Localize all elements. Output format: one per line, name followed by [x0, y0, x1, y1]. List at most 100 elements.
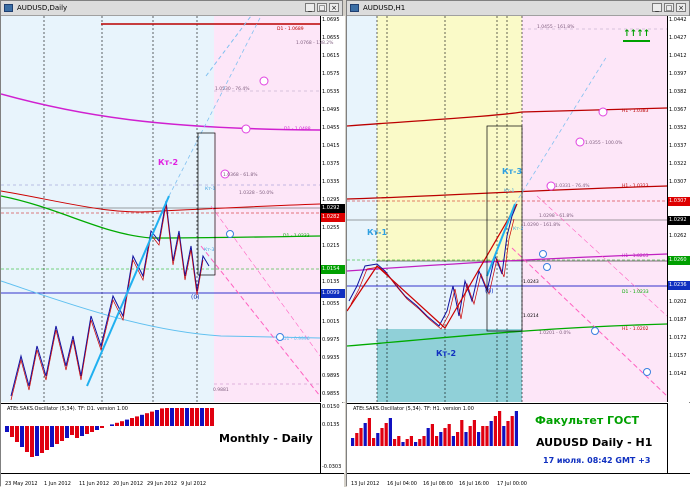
time-label: 16 Jul 08:00	[423, 481, 453, 487]
oscillator-bar	[190, 408, 194, 426]
minimize-button[interactable]: _	[305, 3, 315, 12]
price-label: 1.0375	[321, 160, 345, 169]
maximize-button[interactable]: □	[317, 3, 327, 12]
oscillator-bar	[498, 411, 502, 446]
blue-level-box: 1.0236	[668, 281, 690, 290]
oscillator-bar	[125, 419, 129, 426]
price-label: 1.0382	[668, 88, 690, 97]
oscillator-bar	[20, 426, 24, 447]
level-label: 1.0243	[523, 280, 539, 285]
daily-window-title: AUDUSD,Daily	[17, 4, 68, 12]
level-label: D1 - 1.0233	[283, 234, 310, 239]
current-price-box: 1.0292	[321, 204, 345, 213]
oscillator-bar	[367, 418, 371, 446]
level-label: 1.0768 - 138.2%	[296, 41, 334, 46]
arrows-underline	[623, 40, 650, 42]
level-label: 1.0368 - 61.8%	[223, 173, 258, 178]
daily-price-scale[interactable]: 1.0695 1.0655 1.0615 1.0575 1.0535 1.049…	[320, 16, 345, 402]
chart-window-icon	[350, 4, 359, 12]
level-label: D1 - 0.9996	[283, 337, 310, 342]
daily-window-titlebar[interactable]: AUDUSD,Daily _ □ ×	[1, 1, 342, 16]
price-label: 0.9935	[321, 354, 345, 363]
h1-time-axis: 13 Jul 2012 16 Jul 04:00 16 Jul 08:00 16…	[347, 473, 690, 487]
price-label: 1.0455	[321, 124, 345, 133]
oscillator-bar	[10, 426, 14, 437]
caption-faculty: Факультет ГОСТ	[535, 414, 639, 427]
level-label: H1 - 1.0202	[622, 327, 649, 332]
price-label: 1.0335	[321, 178, 345, 187]
daily-time-axis: 23 May 2012 1 Jun 2012 11 Jun 2012 20 Ju…	[1, 473, 344, 487]
oscillator-bar	[85, 426, 89, 434]
oscillator-bar	[510, 416, 514, 446]
price-label: 1.0535	[321, 88, 345, 97]
close-button[interactable]: ×	[329, 3, 339, 12]
h1-price-chart[interactable]	[347, 16, 667, 402]
oscillator-bar	[120, 421, 124, 426]
time-label: 1 Jun 2012	[44, 481, 71, 487]
oscillator-bar	[140, 414, 144, 426]
oscillator-bar	[200, 408, 204, 426]
oscillator-bar	[100, 426, 104, 428]
oscillator-bar	[388, 418, 392, 446]
minimize-button[interactable]: _	[652, 3, 662, 12]
oscillator-bar	[180, 408, 184, 426]
price-label: 1.0157	[668, 352, 690, 361]
price-label: 1.0262	[668, 232, 690, 241]
time-label: 16 Jul 16:00	[459, 481, 489, 487]
maximize-button[interactable]: □	[664, 3, 674, 12]
oscillator-title: ATEt.SAKS.Oscillator (5,34). TF: H1. ver…	[353, 406, 474, 412]
close-button[interactable]: ×	[676, 3, 686, 12]
oscillator-bar	[363, 423, 367, 446]
time-label: 20 Jun 2012	[113, 481, 144, 487]
oscillator-bar	[405, 439, 409, 446]
red-level-box: 1.0307	[668, 197, 690, 206]
green-level-box: 1.0154	[321, 265, 345, 274]
price-label: 0.9855	[321, 390, 345, 399]
oscillator-bar	[355, 433, 359, 446]
oscillator-bar	[359, 428, 363, 446]
oscillator-bar	[160, 408, 164, 426]
oscillator-bar	[422, 436, 426, 446]
oscillator-bar	[35, 426, 39, 456]
level-label: 1.0201 - 0.0%	[539, 331, 571, 336]
level-label: 1.0328 - 50.0%	[239, 191, 274, 196]
oscillator-bar	[40, 426, 44, 453]
h1-window-titlebar[interactable]: AUDUSD,H1 _ □ ×	[347, 1, 689, 16]
oscillator-bar	[30, 426, 34, 457]
oscillator-bar	[80, 426, 84, 436]
oscillator-title: ATEt.SAKS.Oscillator (5,34). TF: D1. ver…	[7, 406, 128, 412]
price-label: 1.0055	[321, 300, 345, 309]
up-arrows-icon: ↑↑↑↑	[623, 29, 650, 39]
level-label: 1.0355 - 100.0%	[585, 141, 623, 146]
oscillator-bar	[464, 432, 468, 446]
h1-chart-window[interactable]: AUDUSD,H1 _ □ × ↑↑↑↑ 1.0442 1.0427 1.041…	[346, 0, 690, 487]
kt3-label: Кт-3	[502, 167, 523, 176]
oscillator-bar	[351, 438, 355, 446]
level-label: 1.0530 - 76.4%	[215, 87, 250, 92]
price-label: 1.0495	[321, 106, 345, 115]
oscillator-bar	[90, 426, 94, 432]
price-label: 1.0575	[321, 70, 345, 79]
level-label: 1.0290 - 161.8%	[523, 223, 561, 228]
h1-price-scale[interactable]: 1.0442 1.0427 1.0412 1.0397 1.0382 1.036…	[667, 16, 690, 402]
oscillator-bar	[409, 436, 413, 446]
osc-scale-label: 0.0150	[321, 403, 345, 412]
oscillator-bar	[447, 424, 451, 446]
oscillator-bar	[443, 428, 447, 446]
kt1-label: Кт-1	[205, 187, 216, 192]
oscillator-bar	[502, 426, 506, 446]
daily-price-chart[interactable]	[1, 16, 320, 402]
daily-chart-window[interactable]: AUDUSD,Daily _ □ × 1.0695 1.0655 1.0615 …	[0, 0, 345, 487]
oscillator-bar	[401, 442, 405, 446]
price-label: 1.0615	[321, 52, 345, 61]
oscillator-bar	[460, 420, 464, 446]
oscillator-bar	[45, 426, 49, 450]
blue-level-box: 1.0099	[321, 289, 345, 298]
level-label: 1.0331 - 76.4%	[555, 184, 590, 189]
price-label: 1.0215	[321, 242, 345, 251]
time-label: 13 Jul 2012	[351, 481, 380, 487]
oscillator-bar	[456, 432, 460, 446]
zero-label: (0)	[485, 288, 494, 295]
oscillator-bar	[195, 408, 199, 426]
kt3-label: Кт-3	[204, 248, 215, 253]
